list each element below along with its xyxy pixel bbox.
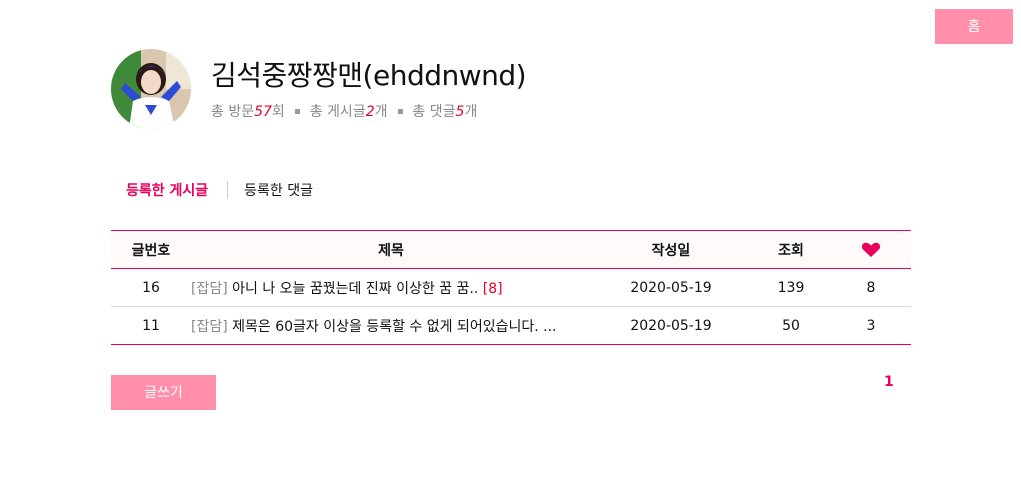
posts-label: 총 게시글: [309, 104, 366, 120]
stats-separator: [295, 108, 301, 114]
page-1-link[interactable]: 1: [884, 374, 894, 390]
profile-stats: 총 방문57회 총 게시글2개 총 댓글5개: [211, 101, 477, 121]
row-date: 2020-05-19: [630, 279, 712, 296]
posts-suffix: 개: [374, 104, 388, 120]
tab-divider: [227, 181, 229, 199]
posts-count: 2: [365, 104, 375, 120]
row-date: 2020-05-19: [630, 317, 712, 334]
row-views: 139: [777, 279, 805, 296]
home-button[interactable]: 홈: [935, 9, 1013, 44]
post-table: 글번호 제목 작성일 조회 16 [잡담] 아니 나 오늘 꿈꿨는데 진짜 이상…: [111, 230, 911, 345]
table-row: 16 [잡담] 아니 나 오늘 꿈꿨는데 진짜 이상한 꿈 꿈.. [8] 20…: [111, 269, 911, 307]
avatar-image: [111, 49, 191, 129]
row-title-link[interactable]: 아니 나 오늘 꿈꿨는데 진짜 이상한 꿈 꿈..: [232, 281, 478, 297]
header-views: 조회: [778, 242, 804, 259]
write-button[interactable]: 글쓰기: [111, 375, 216, 410]
row-title-cell: [잡담] 아니 나 오늘 꿈꿨는데 진짜 이상한 꿈 꿈.. [8]: [191, 269, 591, 307]
header-title: 제목: [378, 242, 404, 259]
row-likes: 8: [866, 279, 876, 296]
row-num: 11: [142, 317, 160, 334]
row-num: 16: [142, 279, 160, 296]
visits-label: 총 방문: [211, 104, 255, 120]
visits-count: 57: [254, 104, 272, 120]
row-title-link[interactable]: 제목은 60글자 이상을 등록할 수 없게 되어있습니다. ...: [232, 319, 556, 335]
header-likes: [831, 231, 911, 269]
row-category: [잡담]: [191, 280, 228, 297]
avatar: [111, 49, 191, 129]
comments-suffix: 개: [464, 104, 478, 120]
row-category: [잡담]: [191, 318, 228, 335]
row-views: 50: [782, 317, 800, 334]
heart-icon: [861, 242, 881, 257]
comments-label: 총 댓글: [412, 104, 456, 120]
table-header-row: 글번호 제목 작성일 조회: [111, 230, 911, 269]
row-title-cell: [잡담] 제목은 60글자 이상을 등록할 수 없게 되어있습니다. ...: [191, 307, 591, 345]
stats-separator: [397, 108, 403, 114]
visits-suffix: 회: [271, 104, 285, 120]
page: 홈 김석중짱짱맨(ehddnwnd) 총 방문57회 총 게시글2개 총 댓글5…: [0, 0, 1021, 493]
table-row: 11 [잡담] 제목은 60글자 이상을 등록할 수 없게 되어있습니다. ..…: [111, 307, 911, 345]
profile-name: 김석중짱짱맨(ehddnwnd): [211, 59, 527, 92]
tab-my-comments[interactable]: 등록한 댓글: [244, 180, 313, 200]
header-date: 작성일: [651, 242, 691, 259]
tab-my-posts[interactable]: 등록한 게시글: [126, 180, 208, 200]
row-comment-count: [8]: [482, 280, 503, 297]
tab-bar: 등록한 게시글 등록한 댓글: [126, 179, 313, 201]
row-likes: 3: [866, 317, 876, 334]
header-num: 글번호: [131, 242, 171, 259]
